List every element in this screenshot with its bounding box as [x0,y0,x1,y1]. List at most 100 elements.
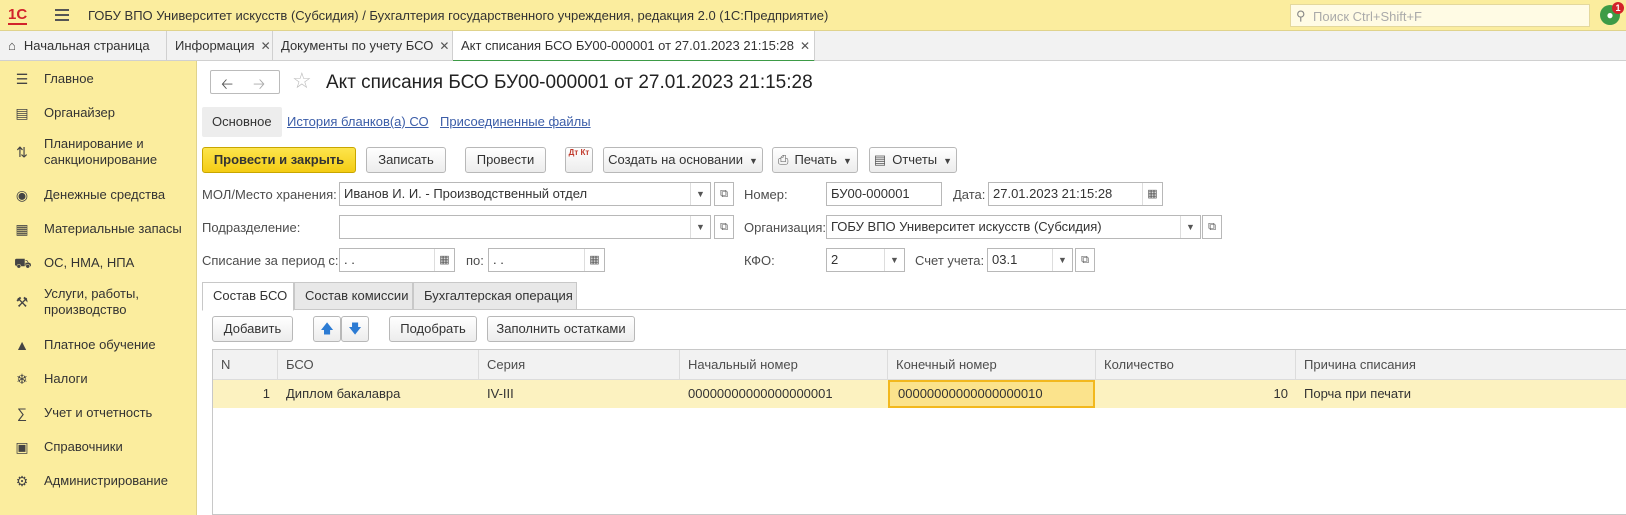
sidebar-item-services[interactable]: ⚒ Услуги, работы, производство [0,280,197,324]
notifications-bell-icon[interactable]: ● 1 [1600,2,1624,25]
pick-button[interactable]: Подобрать [389,316,477,342]
column-header[interactable]: Причина списания [1296,350,1626,380]
section-history-link[interactable]: История бланков(а) СО [287,107,429,137]
period-from-field[interactable]: . . ▦ [339,248,455,272]
period-from-value: . . [344,252,355,267]
section-files-link[interactable]: Присоединенные файлы [440,107,591,137]
table-cell[interactable]: 1 [213,380,278,408]
add-row-button[interactable]: Добавить [212,316,293,342]
sidebar-item-accounting[interactable]: ∑ Учет и отчетность [0,396,197,430]
sidebar-item-taxes[interactable]: ❄ Налоги [0,362,197,396]
sidebar-item-references[interactable]: ▣ Справочники [0,430,197,464]
kfo-field[interactable]: 2 ▼ [826,248,905,272]
table-cell[interactable]: IV-III [479,380,680,408]
report-icon: ▤ [873,152,887,167]
chevron-down-icon[interactable]: ▼ [1052,249,1072,271]
tab-accounting-operation[interactable]: Бухгалтерская операция [413,282,577,310]
date-field[interactable]: 27.01.2023 21:15:28 ▦ [988,182,1163,206]
chevron-down-icon[interactable]: ▼ [690,183,710,205]
close-icon[interactable]: ✕ [439,39,449,53]
chevron-down-icon[interactable]: ▼ [884,249,904,271]
column-header[interactable]: N [213,350,278,380]
table-cell-selected[interactable]: 00000000000000000010 [888,380,1095,408]
app-header: 1С ГОБУ ВПО Университет искусств (Субсид… [0,0,1626,31]
search-input[interactable]: ⚲ Поиск Ctrl+Shift+F [1290,4,1590,27]
tab-home[interactable]: ⌂ Начальная страница [0,31,167,61]
period-to-field[interactable]: . . ▦ [488,248,605,272]
section-main[interactable]: Основное [202,107,282,137]
open-icon[interactable]: ⧉ [1202,215,1222,239]
post-button[interactable]: Провести [465,147,546,173]
calendar-icon[interactable]: ▦ [1142,183,1162,205]
column-header[interactable]: Конечный номер [888,350,1096,380]
tab-commission[interactable]: Состав комиссии [294,282,413,310]
period-label: Списание за период с: [202,253,339,268]
main-menu-icon[interactable] [55,9,69,21]
book-icon: ▣ [15,439,29,455]
open-icon[interactable]: ⧉ [714,215,734,239]
column-header[interactable]: Начальный номер [680,350,888,380]
post-and-close-button[interactable]: Провести и закрыть [202,147,356,173]
dt-kt-icon[interactable]: Дт Кт [565,147,593,173]
gear-icon: ⚙ [15,473,29,489]
sidebar-item-cash[interactable]: ◉ Денежные средства [0,178,197,212]
division-field[interactable]: ▼ [339,215,711,239]
chevron-down-icon[interactable]: ▼ [1180,216,1200,238]
column-header[interactable]: Количество [1096,350,1296,380]
reports-button[interactable]: ▤ Отчеты ▼ [869,147,957,173]
sidebar-item-label: Налоги [44,371,88,386]
table-cell[interactable]: Порча при печати [1296,380,1626,408]
tab-write-off-act[interactable]: Акт списания БСО БУ00-000001 от 27.01.20… [453,31,815,62]
forward-arrow-icon[interactable]: 🡢 [253,74,265,99]
sidebar-item-fixed-assets[interactable]: ⛟ ОС, НМА, НПА [0,246,197,280]
account-label: Счет учета: [915,253,985,268]
close-icon[interactable]: ✕ [800,39,810,53]
open-icon[interactable]: ⧉ [1075,248,1095,272]
truck-icon: ⛟ [14,255,32,271]
move-down-icon[interactable]: 🡇 [341,316,369,342]
favorite-star-icon[interactable]: ☆ [292,68,312,94]
tab-label: Информация [175,38,255,53]
close-icon[interactable]: ✕ [261,39,271,53]
open-icon[interactable]: ⧉ [714,182,734,206]
back-arrow-icon[interactable]: 🡠 [221,74,233,99]
mol-field[interactable]: Иванов И. И. - Производственный отдел ▼ [339,182,711,206]
sidebar-item-main[interactable]: ☰ Главное [0,62,197,96]
tab-information[interactable]: Информация ✕ [167,31,273,61]
tab-bso-documents[interactable]: Документы по учету БСО ✕ [273,31,453,61]
tab-label: Акт списания БСО БУ00-000001 от 27.01.20… [461,38,794,53]
sidebar-item-label: Платное обучение [44,337,156,352]
chevron-down-icon[interactable]: ▼ [690,216,710,238]
column-header[interactable]: БСО [278,350,479,380]
tab-bso-content[interactable]: Состав БСО [202,282,294,311]
table-cell[interactable]: Диплом бакалавра [278,380,479,408]
print-button[interactable]: ⎙ Печать ▼ [772,147,858,173]
1c-logo-icon[interactable]: 1С [8,6,28,25]
sidebar-item-organizer[interactable]: ▤ Органайзер [0,96,197,130]
account-field[interactable]: 03.1 ▼ [987,248,1073,272]
calendar-icon[interactable]: ▦ [584,249,604,271]
move-up-icon[interactable]: 🡅 [313,316,341,342]
sidebar-item-inventory[interactable]: ▦ Материальные запасы [0,212,197,246]
organization-field[interactable]: ГОБУ ВПО Университет искусств (Субсидия)… [826,215,1201,239]
save-button[interactable]: Записать [366,147,446,173]
table-cell[interactable]: 00000000000000000001 [680,380,888,408]
table-row[interactable]: 1 Диплом бакалавра IV-III 00000000000000… [213,380,1626,408]
calendar-icon[interactable]: ▦ [434,249,454,271]
fill-balances-button[interactable]: Заполнить остатками [487,316,635,342]
account-value: 03.1 [992,252,1018,267]
sidebar-item-paid-education[interactable]: ▲ Платное обучение [0,328,197,362]
sidebar-item-administration[interactable]: ⚙ Администрирование [0,464,197,498]
sidebar-item-label: Учет и отчетность [44,405,153,420]
table-cell[interactable]: 10 [1096,380,1296,408]
column-header[interactable]: Серия [479,350,680,380]
number-field[interactable]: БУ00-000001 [826,182,942,206]
home-icon: ⌂ [8,38,16,53]
sidebar-item-label: Администрирование [44,473,168,488]
tools-icon: ⚒ [15,294,29,310]
create-based-on-button[interactable]: Создать на основании ▼ [603,147,763,173]
print-label: Печать [794,152,838,167]
sidebar-item-planning[interactable]: ⇅ Планирование и санкционирование [0,130,197,174]
sidebar-item-label: Материальные запасы [44,221,182,236]
org-label: Организация: [744,220,827,235]
